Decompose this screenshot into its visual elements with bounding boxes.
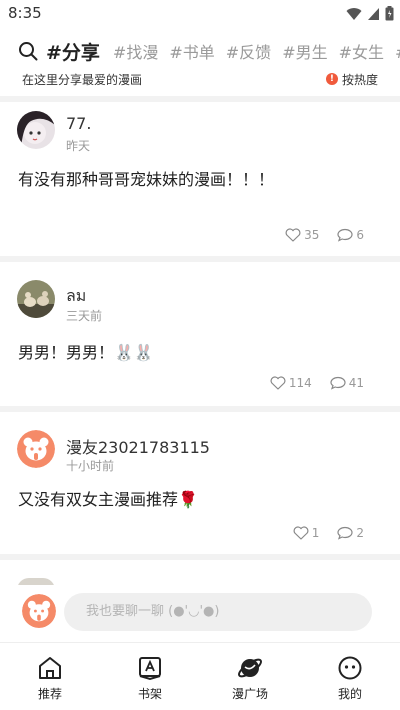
bookshelf-icon — [139, 657, 161, 681]
tab-comic-square[interactable]: 漫广场 — [200, 643, 300, 710]
topic-tab-female[interactable]: #女生 — [339, 39, 384, 63]
avatar[interactable] — [17, 280, 55, 318]
comment-count: 6 — [356, 228, 364, 242]
avatar[interactable] — [17, 430, 55, 468]
bottom-tab-bar: 推荐 书架 漫广场 我的 — [0, 642, 400, 710]
like-button[interactable]: 1 — [293, 526, 320, 540]
post-time: 昨天 — [66, 139, 91, 153]
like-count: 35 — [304, 228, 320, 242]
comment-button[interactable]: 41 — [330, 376, 364, 390]
topic-tab-find-comic[interactable]: #找漫 — [113, 39, 158, 63]
post-author[interactable]: ลม — [66, 284, 86, 309]
comment-button[interactable]: 2 — [337, 526, 364, 540]
comment-composer: 我也要聊一聊 (●'◡'●) — [0, 585, 400, 641]
search-button[interactable] — [18, 39, 38, 63]
search-icon — [19, 42, 38, 61]
tab-mine[interactable]: 我的 — [300, 643, 400, 710]
topic-tab-male[interactable]: #男生 — [282, 39, 327, 63]
post-stats: 114 41 — [270, 376, 364, 390]
comment-button[interactable]: 6 — [337, 228, 364, 242]
topic-tabs: #分享 #找漫 #书单 #反馈 #男生 #女生 #耽 — [0, 38, 400, 64]
heart-icon — [285, 228, 301, 242]
post-content[interactable]: 有没有那种哥哥宠妹妹的漫画！！！ — [18, 166, 274, 190]
sort-toggle[interactable]: ! 按热度 — [325, 71, 378, 88]
topic-tab-bl[interactable]: #耽 — [395, 39, 400, 63]
planet-icon — [238, 658, 262, 678]
status-bar: 8:35 — [0, 0, 400, 28]
my-avatar[interactable] — [22, 594, 56, 628]
status-time: 8:35 — [8, 4, 42, 22]
post-time: 三天前 — [66, 309, 103, 323]
wifi-icon — [346, 7, 362, 20]
like-count: 1 — [311, 526, 320, 540]
post-stats: 1 2 — [293, 526, 364, 540]
page-subtitle: 在这里分享最爱的漫画 — [22, 72, 143, 87]
tab-bookshelf[interactable]: 书架 — [100, 643, 200, 710]
home-icon — [39, 657, 61, 679]
heart-icon — [270, 376, 286, 390]
post-time: 十小时前 — [66, 459, 115, 473]
tab-label: 漫广场 — [231, 687, 268, 701]
chat-input[interactable]: 我也要聊一聊 (●'◡'●) — [64, 593, 372, 631]
post-author[interactable]: 漫友23021783115 — [66, 434, 210, 458]
signal-icon — [368, 7, 379, 20]
tab-label: 我的 — [337, 687, 362, 701]
topic-tab-feedback[interactable]: #反馈 — [226, 39, 271, 63]
post-content[interactable]: 又没有双女主漫画推荐🌹 — [18, 486, 198, 510]
heart-icon — [293, 526, 309, 540]
comment-icon — [330, 376, 346, 390]
sort-icon: ! — [325, 73, 338, 85]
like-button[interactable]: 35 — [285, 228, 319, 242]
like-count: 114 — [288, 376, 312, 390]
profile-face-icon — [338, 656, 362, 680]
post-card[interactable]: 77. 昨天 有没有那种哥哥宠妹妹的漫画！！！ 35 6 — [0, 102, 400, 256]
battery-icon — [385, 6, 394, 21]
post-stats: 35 6 — [285, 228, 364, 242]
tab-recommend[interactable]: 推荐 — [0, 643, 100, 710]
post-card[interactable]: 漫友23021783115 十小时前 又没有双女主漫画推荐🌹 1 2 — [0, 412, 400, 554]
topic-tab-share[interactable]: #分享 — [46, 38, 100, 64]
sort-label: 按热度 — [341, 72, 378, 87]
topic-tab-booklist[interactable]: #书单 — [169, 39, 214, 63]
comment-icon — [337, 526, 353, 540]
post-card[interactable]: ลม 三天前 男男！男男！🐰🐰 114 41 — [0, 262, 400, 406]
avatar[interactable] — [17, 111, 55, 149]
tab-label: 书架 — [137, 687, 162, 701]
post-author[interactable]: 77. — [66, 114, 91, 133]
comment-count: 41 — [348, 376, 364, 390]
comment-icon — [337, 228, 353, 242]
post-content[interactable]: 男男！男男！🐰🐰 — [18, 339, 154, 363]
tab-label: 推荐 — [37, 687, 62, 701]
subheader: 在这里分享最爱的漫画 ! 按热度 — [22, 70, 378, 88]
like-button[interactable]: 114 — [270, 376, 312, 390]
comment-count: 2 — [356, 526, 364, 540]
